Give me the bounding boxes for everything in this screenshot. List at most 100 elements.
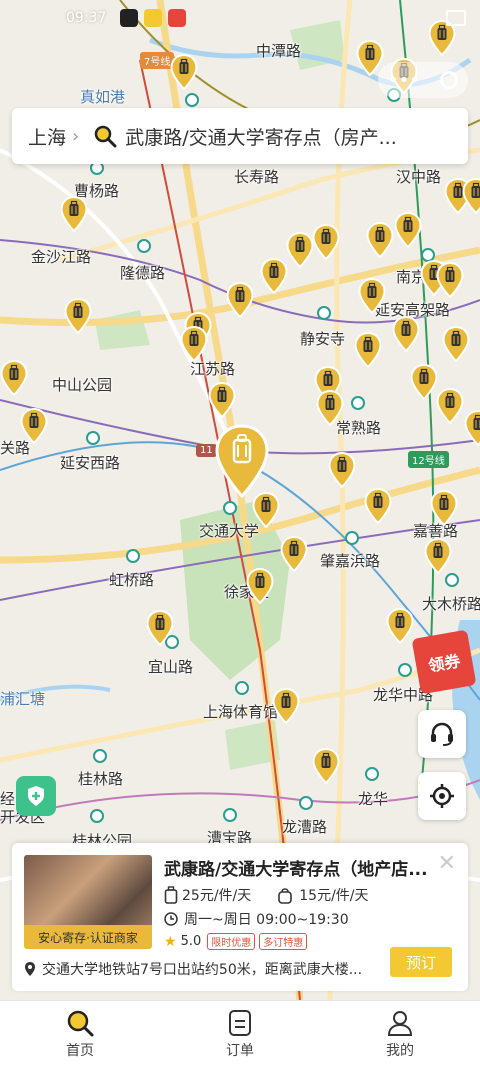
selected-location-pin[interactable]	[214, 424, 270, 498]
locker-location-pin[interactable]	[226, 282, 254, 318]
storage-point-title[interactable]: 武康路/交通大学寄存点（地产店...	[164, 855, 434, 880]
clock-icon	[164, 912, 178, 926]
close-capsule-icon[interactable]	[440, 71, 458, 89]
status-bar: 09:37	[0, 0, 480, 36]
search-icon	[93, 124, 117, 148]
locker-location-pin[interactable]	[358, 278, 386, 314]
promo-tag: 限时优惠	[207, 933, 255, 950]
locker-location-pin[interactable]	[364, 488, 392, 524]
map-label: 龙漕路	[282, 816, 327, 837]
home-search-icon	[65, 1008, 95, 1038]
locker-location-pin[interactable]	[0, 360, 28, 396]
locker-location-pin[interactable]	[430, 490, 458, 526]
map-label: 虹桥路	[109, 569, 154, 590]
map-label: 金沙江路	[31, 246, 91, 267]
battery-icon	[446, 10, 466, 26]
shield-plus-icon	[24, 784, 48, 808]
headset-icon	[428, 720, 456, 748]
large-luggage-icon	[164, 886, 178, 904]
locker-location-pin[interactable]	[436, 388, 464, 424]
locker-location-pin[interactable]	[272, 688, 300, 724]
map-label: 桂林路	[78, 768, 123, 789]
bottom-tab-bar: 首页 订单 我的	[0, 1000, 480, 1067]
locker-location-pin[interactable]	[60, 196, 88, 232]
locker-location-pin[interactable]	[436, 262, 464, 298]
app-notification-icon	[120, 9, 138, 27]
app-notification-icon	[168, 9, 186, 27]
locker-location-pin[interactable]	[280, 536, 308, 572]
map-label: 中山公园	[52, 374, 112, 395]
opening-hours: 周一~周日 09:00~19:30	[184, 909, 349, 929]
locker-location-pin[interactable]	[286, 232, 314, 268]
tab-profile[interactable]: 我的	[320, 1001, 480, 1067]
hours-row: 周一~周日 09:00~19:30	[164, 909, 349, 929]
locker-location-pin[interactable]	[146, 610, 174, 646]
more-icon[interactable]: •••	[388, 70, 420, 91]
locker-location-pin[interactable]	[394, 212, 422, 248]
locker-location-pin[interactable]	[170, 54, 198, 90]
map-label: 宜山路	[148, 656, 193, 677]
large-item-price: 25元/件/天	[182, 885, 251, 905]
locker-location-pin[interactable]	[246, 568, 274, 604]
map-label: 上海体育馆	[203, 701, 278, 722]
locker-location-pin[interactable]	[328, 452, 356, 488]
locker-location-pin[interactable]	[410, 364, 438, 400]
certified-merchant-badge: 安心寄存·认证商家	[24, 925, 152, 949]
map-label: 浦汇塘	[0, 688, 45, 709]
close-card-button[interactable]: ✕	[438, 851, 456, 876]
city-selector[interactable]: 上海	[28, 123, 66, 150]
safety-shield-button[interactable]	[16, 776, 56, 816]
tab-label: 我的	[386, 1040, 414, 1060]
bag-icon	[277, 886, 293, 904]
book-button[interactable]: 预订	[390, 947, 452, 977]
locker-location-pin[interactable]	[64, 298, 92, 334]
small-item-price: 15元/件/天	[299, 885, 368, 905]
coupon-button[interactable]: 领券	[412, 630, 477, 695]
user-icon	[385, 1008, 415, 1038]
locker-location-pin[interactable]	[462, 178, 480, 214]
locker-location-pin[interactable]	[424, 538, 452, 574]
locker-location-pin[interactable]	[312, 224, 340, 260]
locker-location-pin[interactable]	[20, 408, 48, 444]
map-label: 长寿路	[234, 166, 279, 187]
map-label: 隆德路	[120, 262, 165, 283]
locker-location-pin[interactable]	[442, 326, 470, 362]
locker-location-pin[interactable]	[386, 608, 414, 644]
rating-row: ★ 5.0 限时优惠 多订特惠	[164, 933, 307, 950]
locker-location-pin[interactable]	[366, 222, 394, 258]
customer-service-button[interactable]	[418, 710, 466, 758]
locker-location-pin[interactable]	[312, 748, 340, 784]
search-input[interactable]: 武康路/交通大学寄存点（房产...	[125, 123, 425, 150]
map-label: 中潭路	[256, 40, 301, 61]
locker-location-pin[interactable]	[260, 258, 288, 294]
locker-location-pin[interactable]	[316, 390, 344, 426]
tab-orders[interactable]: 订单	[160, 1001, 320, 1067]
locker-location-pin[interactable]	[464, 410, 480, 446]
storage-point-card[interactable]: 安心寄存·认证商家 武康路/交通大学寄存点（地产店... ✕ 25元/件/天 1…	[12, 843, 468, 991]
tab-label: 首页	[66, 1040, 94, 1060]
map-label: 交通大学	[199, 520, 259, 541]
star-icon: ★	[164, 934, 177, 950]
locate-me-button[interactable]	[418, 772, 466, 820]
locker-location-pin[interactable]	[354, 332, 382, 368]
location-marker-icon	[24, 961, 36, 977]
locker-location-pin[interactable]	[208, 382, 236, 418]
price-row: 25元/件/天 15元/件/天	[164, 885, 369, 905]
rating-value: 5.0	[181, 934, 202, 949]
mini-program-capsule[interactable]: •••	[378, 62, 468, 98]
app-notification-icon	[144, 9, 162, 27]
tab-label: 订单	[226, 1040, 254, 1060]
locker-location-pin[interactable]	[392, 316, 420, 352]
metro-line-tag: 12号线	[408, 451, 449, 468]
map-label: 静安寺	[300, 328, 345, 349]
map-label: 大木桥路	[422, 593, 480, 614]
locker-location-pin[interactable]	[180, 326, 208, 362]
tab-home[interactable]: 首页	[0, 1001, 160, 1067]
map-label: 龙华	[358, 788, 388, 809]
address-row[interactable]: 交通大学地铁站7号口出站约50米，距离武康大楼...	[24, 959, 364, 979]
system-icons	[446, 10, 466, 26]
map-label: 肇嘉浜路	[320, 550, 380, 571]
locate-icon	[428, 782, 456, 810]
map-label: 汉中路	[396, 166, 441, 187]
search-bar[interactable]: 上海 › 武康路/交通大学寄存点（房产...	[12, 108, 468, 164]
